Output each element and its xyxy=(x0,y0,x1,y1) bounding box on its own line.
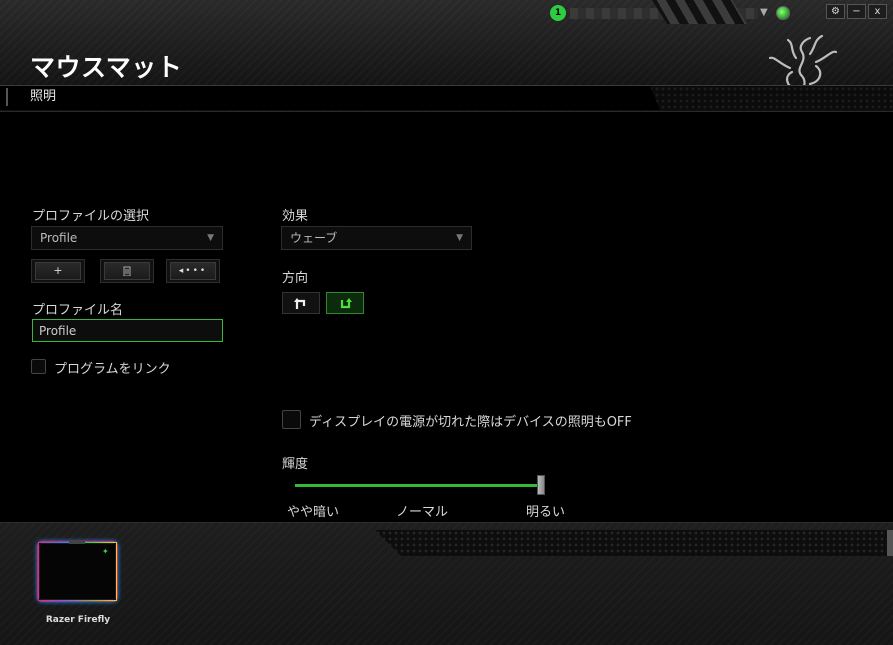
rotate-ccw-icon xyxy=(294,298,306,309)
link-program-label: プログラムをリンク xyxy=(54,362,171,377)
brightness-label: 輝度 xyxy=(282,457,309,472)
display-off-checkbox[interactable] xyxy=(282,410,301,429)
effect-select-value: ウェーブ xyxy=(290,231,338,245)
chevron-down-icon[interactable]: ▼ xyxy=(760,7,768,18)
minimize-button[interactable]: − xyxy=(847,4,866,19)
close-button[interactable]: x xyxy=(868,4,887,19)
more-icon: ◂••• xyxy=(170,262,216,280)
add-profile-label: + xyxy=(35,262,81,280)
effect-select[interactable]: ウェーブ ▼ xyxy=(281,226,472,250)
device-name[interactable]: Razer Firefly xyxy=(24,615,132,625)
brightness-tick-mid: ノーマル xyxy=(396,505,449,520)
tab-bar-decoration xyxy=(652,0,747,24)
brightness-slider-track[interactable] xyxy=(295,484,543,487)
gear-icon[interactable]: ⚙ xyxy=(826,4,845,19)
footer-scroll-handle[interactable] xyxy=(887,530,893,556)
profile-name-input[interactable] xyxy=(32,319,223,342)
brightness-tick-low: やや暗い xyxy=(287,505,340,520)
rotate-cw-icon xyxy=(340,298,352,309)
profile-select-value: Profile xyxy=(40,231,78,245)
link-program-checkbox[interactable] xyxy=(31,359,46,374)
online-status-icon[interactable] xyxy=(776,6,790,20)
direction-label: 方向 xyxy=(282,271,309,286)
chevron-down-icon: ▼ xyxy=(207,233,214,243)
display-off-label: ディスプレイの電源が切れた際はデバイスの照明もOFF xyxy=(309,415,632,430)
effect-label: 効果 xyxy=(282,209,309,224)
chevron-down-icon: ▼ xyxy=(456,233,463,243)
page-title: マウスマット xyxy=(30,53,183,82)
window-controls: ⚙ − x xyxy=(826,4,887,19)
device-thumbnail[interactable]: ✦ xyxy=(38,540,117,601)
brightness-tick-high: 明るい xyxy=(526,505,566,520)
tab-lighting[interactable]: 照明 xyxy=(6,88,56,106)
more-options-button[interactable]: ◂••• xyxy=(166,259,220,283)
profile-name-label: プロファイル名 xyxy=(32,303,124,318)
trash-icon xyxy=(104,262,150,280)
profile-select[interactable]: Profile ▼ xyxy=(31,226,223,250)
footer-decoration xyxy=(375,530,893,556)
tab-bar xyxy=(0,85,893,110)
razer-mini-logo-icon: ✦ xyxy=(102,547,109,556)
add-profile-button[interactable]: + xyxy=(31,259,85,283)
delete-profile-button[interactable] xyxy=(100,259,154,283)
direction-right-button[interactable] xyxy=(326,292,364,314)
direction-left-button[interactable] xyxy=(282,292,320,314)
profile-select-label: プロファイルの選択 xyxy=(32,209,150,224)
device-cable xyxy=(69,540,85,544)
account-badge[interactable]: 1 xyxy=(550,5,566,21)
brightness-slider-thumb[interactable] xyxy=(537,475,545,495)
